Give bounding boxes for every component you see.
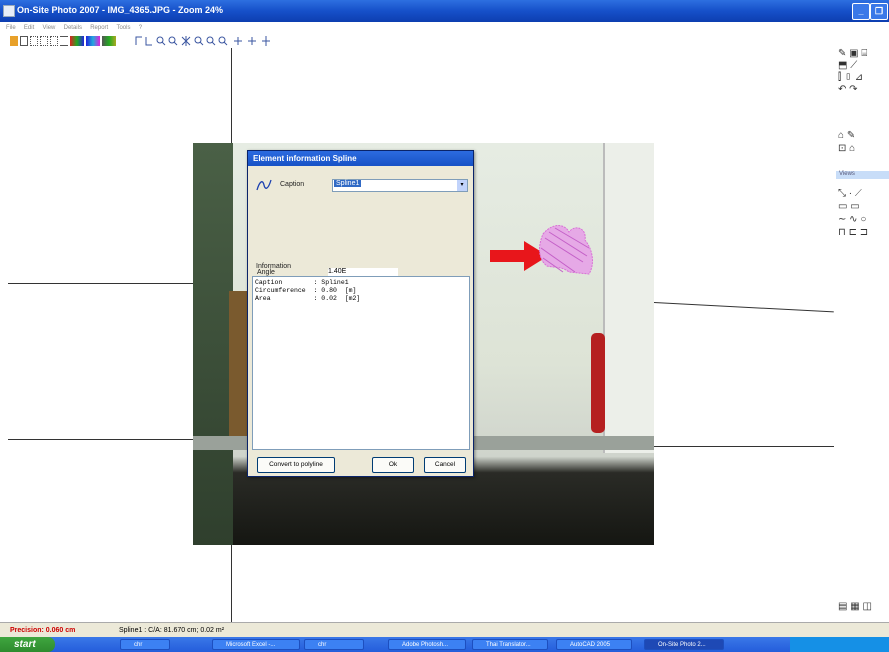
tool-row[interactable]: ∼ ∿ ○ <box>838 214 866 225</box>
crosshair-icon <box>234 37 242 45</box>
taskbar-item[interactable]: AutoCAD 2005 <box>556 639 632 650</box>
convert-to-polyline-button[interactable]: Convert to polyline <box>257 457 335 473</box>
caption-label: Caption <box>280 181 305 188</box>
cancel-button[interactable]: Cancel <box>424 457 466 473</box>
information-label: Information <box>256 263 292 270</box>
minimize-button[interactable]: _ <box>852 3 870 20</box>
grid-dots-icon[interactable] <box>40 36 48 46</box>
lines-icon[interactable] <box>60 36 68 46</box>
tool-row[interactable]: ⊡ ⌂ <box>838 143 855 154</box>
guide-line <box>231 545 232 622</box>
tool-row[interactable]: ⬒ ⟋ <box>838 60 857 71</box>
guide-line <box>653 302 834 313</box>
color-palette-icon[interactable] <box>86 36 100 46</box>
menu-edit[interactable]: Edit <box>24 25 34 31</box>
tool-row[interactable]: ✎ ▣ ⌸ <box>838 48 867 59</box>
element-info-dialog: Element information Spline Caption Splin… <box>247 150 474 477</box>
status-bar: Precision: 0.060 cm Spline1 : C/A: 81.67… <box>0 622 889 638</box>
zoom-tools[interactable] <box>134 35 274 47</box>
grid-dots-icon[interactable] <box>50 36 58 46</box>
right-toolbar: ✎ ▣ ⌸ ⬒ ⟋ ⫿ ▯ ⊿ ↶ ↷ ⌂ ✎ ⊡ ⌂ ⤡ · ⟋ ▭ ▭ ∼ … <box>834 48 889 622</box>
menu-view[interactable]: View <box>42 25 55 31</box>
guide-line <box>8 439 193 440</box>
window-title: On-Site Photo 2007 - IMG_4365.JPG - Zoom… <box>17 5 224 15</box>
chevron-down-icon[interactable]: ▾ <box>457 180 467 191</box>
taskbar-item[interactable]: On-Site Photo 2... <box>644 639 724 650</box>
spline-icon <box>256 179 272 191</box>
tool-row[interactable]: ▭ ▭ <box>838 201 860 212</box>
taskbar-item[interactable]: Thai Translator... <box>472 639 548 650</box>
views-bar: Views <box>836 171 889 179</box>
taskbar-item[interactable]: Adobe Photosh... <box>388 639 466 650</box>
system-tray[interactable] <box>790 637 889 652</box>
info-line: Area : 0.02 [m2] <box>255 295 361 302</box>
photo-pillar <box>603 143 654 453</box>
menu-help[interactable]: ? <box>139 25 142 31</box>
crosshair-icon <box>248 37 256 45</box>
guide-line <box>654 446 834 447</box>
tool-row[interactable]: ⤡ · ⟋ <box>838 188 862 199</box>
selection-status: Spline1 : C/A: 81.670 cm; 0.02 m² <box>119 627 225 634</box>
ok-button[interactable]: Ok <box>372 457 414 473</box>
photo-fire-extinguisher <box>591 333 605 433</box>
tool-row[interactable]: ↶ ↷ <box>838 84 858 95</box>
tool-row[interactable]: ▤ ▦ ◫ <box>838 601 872 612</box>
color-palette-icon[interactable] <box>102 36 116 46</box>
color-palette-icon[interactable] <box>70 36 84 46</box>
tool-row[interactable]: ⫿ ▯ ⊿ <box>838 72 863 83</box>
start-button[interactable]: start <box>0 637 55 652</box>
menu-file[interactable]: File <box>6 25 16 31</box>
zoom-all-icon <box>181 36 191 46</box>
select-tool-icon <box>135 36 142 45</box>
angle-label: Angle <box>257 269 275 276</box>
info-line: Caption : Spline1 <box>255 279 349 286</box>
tool-row[interactable]: ⊓ ⊏ ⊐ <box>838 227 868 238</box>
guide-line <box>8 283 193 284</box>
guide-line <box>231 48 232 145</box>
crosshair-icon <box>262 36 270 46</box>
dialog-title: Element information Spline <box>248 151 473 166</box>
menu-tools[interactable]: Tools <box>116 25 130 31</box>
grid-dots-icon[interactable] <box>30 36 38 46</box>
caption-select[interactable]: Spline1 ▾ <box>332 179 468 192</box>
title-bar: On-Site Photo 2007 - IMG_4365.JPG - Zoom… <box>0 0 889 22</box>
maximize-button[interactable]: ❐ <box>870 3 888 20</box>
photo-foliage <box>193 143 233 545</box>
measure-tool-icon <box>145 37 152 46</box>
taskbar-item[interactable]: chr <box>120 639 170 650</box>
menu-bar: File Edit View Details Report Tools ? <box>0 22 889 32</box>
open-icon[interactable] <box>10 36 18 46</box>
main-toolbar <box>10 33 274 49</box>
taskbar-item[interactable]: Microsoft Excel -... <box>212 639 300 650</box>
menu-report[interactable]: Report <box>90 25 108 31</box>
taskbar-item[interactable]: chr <box>304 639 364 650</box>
information-text: Caption : Spline1 Circumference : 0.80 [m… <box>252 276 470 450</box>
menu-details[interactable]: Details <box>64 25 82 31</box>
taskbar: start chr Microsoft Excel -... chr Adobe… <box>0 637 889 652</box>
grid-icon[interactable] <box>20 36 28 46</box>
caption-value: Spline1 <box>334 180 362 187</box>
precision-status: Precision: 0.060 cm <box>10 627 76 634</box>
spline-shape[interactable] <box>535 220 595 276</box>
info-line: Circumference : 0.80 [m] <box>255 287 357 294</box>
tool-row[interactable]: ⌂ ✎ <box>838 130 855 141</box>
app-icon <box>3 5 15 17</box>
